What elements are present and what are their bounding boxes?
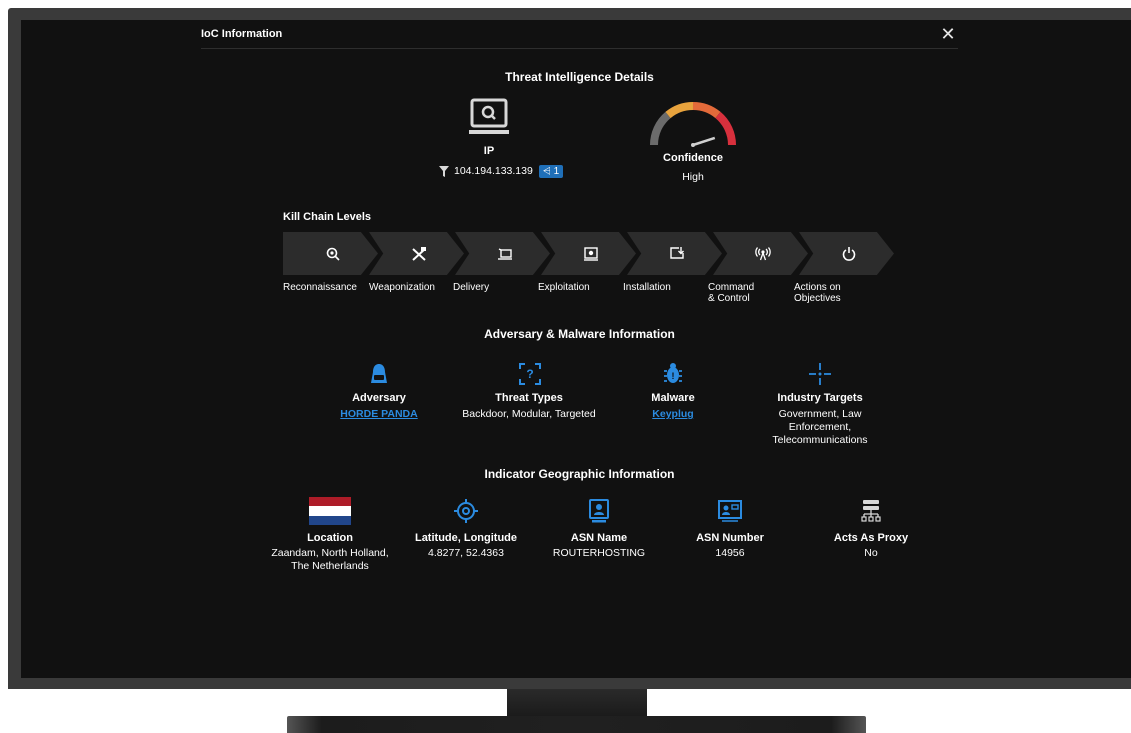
stage-label-command-line2: & Control	[708, 293, 750, 304]
threat-section-title: Threat Intelligence Details	[505, 70, 654, 84]
unknown-threat-icon: ?	[519, 363, 541, 385]
monitor-stand-base	[287, 716, 866, 733]
threat-types-value: Backdoor, Modular, Targeted	[462, 408, 596, 420]
industry-targets-label: Industry Targets	[777, 392, 863, 404]
stage-label-actions: Actions on Objectives	[794, 282, 841, 304]
asn-number-icon	[718, 500, 742, 522]
power-icon	[842, 246, 855, 261]
modal-header: IoC Information ✕	[201, 20, 958, 49]
proxy-network-icon	[859, 499, 883, 523]
location-label: Location	[307, 532, 353, 544]
malware-label: Malware	[651, 392, 695, 404]
location-value: Zaandam, North Holland, The Netherlands	[250, 547, 410, 573]
latlong-value: 4.8277, 52.4363	[428, 547, 504, 559]
install-icon	[669, 246, 684, 259]
bug-screen-icon	[583, 246, 598, 261]
kill-chain-stage-weaponization[interactable]	[369, 232, 464, 275]
kill-chain-stage-delivery[interactable]	[455, 232, 550, 275]
close-icon[interactable]: ✕	[938, 24, 958, 44]
asn-name-label: ASN Name	[570, 532, 628, 544]
indicator-row: 104.194.133.139 ⩤ 1	[439, 163, 579, 179]
indicator-type: IP	[483, 145, 495, 157]
share-count: 1	[553, 165, 560, 177]
kill-chain-bar	[283, 232, 903, 275]
kill-chain-stage-reconnaissance[interactable]	[283, 232, 378, 275]
kill-chain-stage-command-control[interactable]	[713, 232, 808, 275]
stage-label-command: Command & Control	[708, 282, 754, 304]
adversary-link[interactable]: HORDE PANDA	[319, 408, 439, 420]
location-target-icon	[454, 499, 478, 523]
share-count-badge[interactable]: ⩤ 1	[538, 164, 564, 178]
location-line-2: The Netherlands	[291, 560, 369, 572]
kill-chain-stage-actions-on-objectives[interactable]	[799, 232, 894, 275]
crossed-tools-icon	[411, 246, 426, 261]
confidence-label: Confidence	[663, 152, 723, 164]
industry-line-1: Government, Law	[778, 408, 862, 420]
acts-as-proxy-value: No	[864, 547, 878, 559]
monitor-screen: IoC Information ✕ Threat Intelligence De…	[21, 20, 1131, 678]
confidence-value: High	[682, 171, 704, 183]
broadcast-icon	[754, 246, 771, 260]
ioc-modal: IoC Information ✕ Threat Intelligence De…	[201, 20, 958, 678]
magnify-target-icon	[326, 247, 340, 261]
netherlands-flag	[309, 497, 351, 525]
stage-label-installation: Installation	[623, 282, 671, 293]
stage-label-delivery: Delivery	[453, 282, 490, 293]
location-line-1: Zaandam, North Holland,	[271, 547, 389, 559]
industry-line-3: Telecommunications	[772, 434, 868, 446]
asn-name-icon	[589, 499, 609, 523]
stage-label-weaponization: Weaponization	[369, 282, 435, 293]
indicator-value: 104.194.133.139	[454, 164, 533, 177]
confidence-gauge	[648, 100, 738, 148]
geo-section-title: Indicator Geographic Information	[484, 467, 675, 481]
threat-types-label: Threat Types	[495, 392, 563, 404]
stage-label-exploitation: Exploitation	[538, 282, 590, 293]
hacker-icon	[368, 363, 390, 385]
stage-label-reconnaissance: Reconnaissance	[283, 282, 357, 293]
acts-as-proxy-label: Acts As Proxy	[833, 532, 909, 544]
kill-chain-stage-installation[interactable]	[627, 232, 722, 275]
share-icon: ⩤	[542, 165, 551, 177]
kill-chain-stage-exploitation[interactable]	[541, 232, 636, 275]
stage-label-actions-line1: Actions on	[794, 282, 841, 293]
modal-title: IoC Information	[201, 28, 283, 40]
asn-name-value: ROUTERHOSTING	[552, 547, 646, 559]
asn-number-label: ASN Number	[696, 532, 764, 544]
stage-label-command-line1: Command	[708, 282, 755, 293]
flag-stripe-blue	[309, 515, 351, 525]
stage-label-actions-line2: Objectives	[794, 293, 841, 304]
bug-icon: !	[663, 363, 683, 385]
kill-chain-title: Kill Chain Levels	[283, 211, 372, 223]
laptop-search-icon	[469, 98, 509, 136]
filter-icon[interactable]	[439, 165, 449, 177]
latlong-label: Latitude, Longitude	[414, 532, 518, 544]
adversary-label: Adversary	[352, 392, 406, 404]
flag-stripe-white	[309, 506, 351, 516]
malware-link[interactable]: Keyplug	[623, 408, 723, 420]
crosshair-icon	[809, 363, 831, 385]
asn-number-value: 14956	[715, 547, 745, 559]
industry-line-2: Enforcement,	[788, 421, 852, 433]
delivery-cart-icon	[497, 247, 512, 260]
monitor-stand-neck	[507, 689, 647, 716]
svg-text:?: ?	[526, 367, 533, 381]
adversary-section-title: Adversary & Malware Information	[484, 327, 675, 341]
industry-targets-value: Government, Law Enforcement, Telecommuni…	[750, 408, 890, 447]
svg-text:!: !	[672, 371, 675, 381]
flag-stripe-red	[309, 497, 351, 507]
